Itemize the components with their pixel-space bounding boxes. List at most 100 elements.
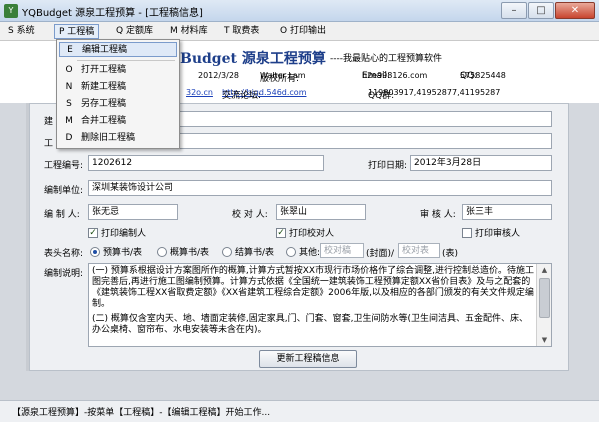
- menu-key-s: S: [66, 99, 72, 109]
- radio-selected-dot: [93, 249, 97, 254]
- radio-circle[interactable]: [90, 246, 100, 257]
- checker-field[interactable]: 张翠山: [276, 204, 366, 220]
- checker-label: 校 对 人:: [232, 210, 268, 220]
- window-title: YQBudget 源泉工程预算 - [工程稿信息]: [22, 8, 203, 19]
- print-checker-checkbox[interactable]: ✓ 打印校对人: [276, 226, 334, 239]
- notes-paragraph-1: (一) 预算系根据设计方案图所作的概算,计算方式暂按XX市现行市场价格作了综合调…: [92, 266, 534, 309]
- qq-label: QQ:: [460, 71, 478, 81]
- radio-estimate-label: 概算书/表: [170, 248, 210, 258]
- close-button[interactable]: ✕: [555, 2, 595, 19]
- radio-other-label: 其他:: [299, 248, 321, 258]
- menu-item-label: 打开工程稿: [81, 65, 127, 75]
- qqgroup-row: QQ群: 119803917,41952877,41195287: [368, 88, 500, 101]
- notes-label: 编制说明:: [44, 269, 84, 279]
- copyright-label: 版权所有:: [260, 74, 300, 84]
- radio-other[interactable]: 其他:: [286, 245, 320, 258]
- print-reviewer-checkbox[interactable]: 打印审核人: [462, 226, 520, 239]
- compiler-label: 编 制 人:: [44, 210, 80, 220]
- bottom-strip: [0, 371, 599, 400]
- slogan: ----我最贴心的工程预算软件: [330, 54, 442, 64]
- copyright-row: 版权所有: Walter Lam: [260, 71, 306, 84]
- menu-item-open-project[interactable]: O 打开工程稿: [59, 63, 177, 78]
- menu-item-label: 另存工程稿: [81, 99, 127, 109]
- status-bar: 【源泉工程预算】-按菜单【工程稿】-【编辑工程稿】开始工作...: [0, 400, 599, 422]
- other-cover-input[interactable]: 校对稿: [320, 243, 364, 258]
- menu-separator: [77, 60, 175, 61]
- project-location-label-partial: 工: [44, 139, 54, 149]
- header-name-label: 表头名称:: [44, 249, 84, 259]
- title-bar: Y YQBudget 源泉工程预算 - [工程稿信息] – □ ✕: [0, 0, 599, 22]
- brand-title: Budget 源泉工程预算: [180, 51, 326, 67]
- radio-settlement-label: 结算书/表: [235, 248, 275, 258]
- print-date-label: 打印日期:: [368, 161, 408, 171]
- project-name-label-partial: 建: [44, 117, 54, 127]
- menu-system[interactable]: S 系统: [4, 24, 39, 39]
- menu-item-label: 删除旧工程稿: [81, 133, 136, 143]
- minimize-button[interactable]: –: [501, 2, 527, 19]
- menu-key-o: O: [65, 65, 73, 75]
- print-date-field[interactable]: 2012年3月28日: [410, 155, 552, 171]
- menu-item-save-as-project[interactable]: S 另存工程稿: [59, 97, 177, 112]
- project-no-label: 工程编号:: [44, 161, 84, 171]
- other-table-input[interactable]: 校对表: [398, 243, 440, 258]
- date-text: 2012/3/28: [198, 71, 240, 80]
- menu-item-label: 合并工程稿: [81, 116, 127, 126]
- cover-suffix: (封面)/: [366, 249, 395, 259]
- compiler-field[interactable]: 张无忌: [88, 204, 178, 220]
- unit-field[interactable]: 深圳某装饰设计公司: [88, 180, 552, 196]
- print-checker-label: 打印校对人: [289, 229, 335, 239]
- menu-project[interactable]: P 工程稿: [54, 24, 100, 39]
- table-suffix: (表): [442, 249, 459, 259]
- scroll-down-icon[interactable]: ▼: [537, 334, 552, 346]
- forum-row: 交流论坛: http://bigd.546d.com: [222, 88, 306, 101]
- notes-paragraph-2: (二) 概算仅含室内天、地、墙面定装修,固定家具,门、门套、窗套,卫生间防水等(…: [92, 314, 528, 335]
- menu-fee[interactable]: T 取费表: [220, 24, 263, 39]
- update-project-info-button[interactable]: 更新工程稿信息: [259, 350, 357, 368]
- scroll-thumb[interactable]: [539, 278, 550, 318]
- print-compiler-checkbox[interactable]: ✓ 打印编制人: [88, 226, 146, 239]
- menu-item-delete-old-project[interactable]: D 删除旧工程稿: [59, 131, 177, 146]
- email-label: Email:: [362, 71, 391, 81]
- forum-label: 交流论坛:: [222, 91, 262, 101]
- scroll-up-icon[interactable]: ▲: [537, 264, 552, 276]
- radio-circle[interactable]: [286, 246, 296, 257]
- project-no-field[interactable]: 1202612: [88, 155, 324, 171]
- maximize-button[interactable]: □: [528, 2, 554, 19]
- menu-key-d: D: [65, 133, 73, 143]
- print-reviewer-label: 打印审核人: [475, 229, 521, 239]
- site-link-text[interactable]: 32o.cn: [186, 88, 213, 97]
- menu-item-edit-project[interactable]: E 编辑工程稿: [59, 42, 177, 57]
- menu-key-m: M: [65, 116, 73, 126]
- menu-key-e: E: [67, 45, 73, 55]
- checkbox-box[interactable]: ✓: [276, 227, 286, 238]
- menu-item-label: 新建工程稿: [81, 82, 127, 92]
- project-menu-dropdown: E 编辑工程稿 O 打开工程稿 N 新建工程稿 S 另存工程稿 M 合并工程稿 …: [56, 39, 180, 149]
- menu-quota[interactable]: Q 定额库: [112, 24, 157, 39]
- app-icon: Y: [4, 4, 18, 18]
- radio-budget[interactable]: 预算书/表: [90, 245, 142, 258]
- window-controls: – □ ✕: [501, 2, 595, 19]
- notes-textarea[interactable]: (一) 预算系根据设计方案图所作的概算,计算方式暂按XX市现行市场价格作了综合调…: [88, 263, 552, 347]
- menu-item-merge-project[interactable]: M 合并工程稿: [59, 114, 177, 129]
- radio-settlement[interactable]: 结算书/表: [222, 245, 274, 258]
- notes-scrollbar[interactable]: ▲ ▼: [536, 264, 551, 346]
- radio-circle[interactable]: [222, 246, 232, 257]
- email-row: Email: h2e998126.com: [362, 71, 427, 81]
- radio-budget-label: 预算书/表: [103, 248, 143, 258]
- menu-item-new-project[interactable]: N 新建工程稿: [59, 80, 177, 95]
- menu-print[interactable]: O 打印输出: [276, 24, 330, 39]
- unit-label: 编制单位:: [44, 186, 84, 196]
- menu-material[interactable]: M 材料库: [166, 24, 212, 39]
- menu-key-n: N: [65, 82, 73, 92]
- menu-item-label: 编辑工程稿: [82, 45, 128, 55]
- checkbox-box[interactable]: ✓: [88, 227, 98, 238]
- radio-estimate[interactable]: 概算书/表: [157, 245, 209, 258]
- qq-row: QQ: 575825448: [460, 71, 506, 81]
- reviewer-label: 审 核 人:: [420, 210, 456, 220]
- checkbox-box[interactable]: [462, 227, 472, 238]
- radio-circle[interactable]: [157, 246, 167, 257]
- site-link[interactable]: 32o.cn: [186, 88, 213, 97]
- print-compiler-label: 打印编制人: [101, 229, 147, 239]
- reviewer-field[interactable]: 张三丰: [462, 204, 552, 220]
- qqgroup-label: QQ群:: [368, 91, 395, 101]
